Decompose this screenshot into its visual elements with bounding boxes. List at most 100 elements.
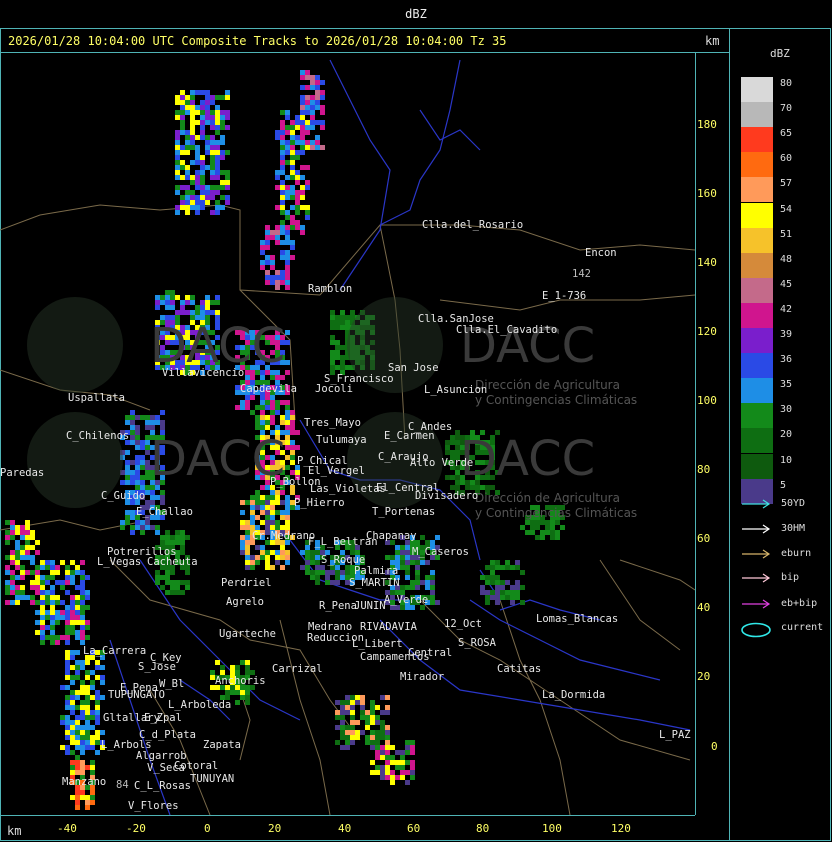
echo-pixel [430,590,435,595]
place-label: E_1-736 [542,290,587,302]
place-label: Capdevila [240,383,297,395]
current-ellipse-icon [741,622,773,641]
echo-pixel [175,150,180,155]
echo-pixel [205,140,210,145]
echo-pixel [45,595,50,600]
echo-pixel [35,630,40,635]
echo-pixel [490,565,495,570]
echo-pixel [205,310,210,315]
echo-pixel [485,590,490,595]
place-label: S_ROSA [458,637,496,649]
echo-pixel [220,120,225,125]
echo-pixel [125,510,130,515]
echo-pixel [275,405,280,410]
echo-pixel [555,520,560,525]
echo-pixel [420,560,425,565]
track-label: 50YD [781,498,806,509]
echo-pixel [350,310,355,315]
echo-pixel [90,770,95,775]
echo-pixel [80,680,85,685]
echo-pixel [245,560,250,565]
echo-pixel [215,150,220,155]
echo-pixel [80,795,85,800]
echo-pixel [95,715,100,720]
echo-pixel [65,750,70,755]
echo-pixel [320,80,325,85]
place-label: Villavicencio [162,367,245,379]
echo-pixel [240,520,245,525]
echo-pixel [190,95,195,100]
echo-pixel [210,100,215,105]
echo-pixel [200,135,205,140]
place-label: TUPUNGATO [108,689,165,701]
echo-pixel [165,535,170,540]
echo-pixel [215,115,220,120]
echo-pixel [265,270,270,275]
echo-pixel [85,670,90,675]
echo-pixel [40,560,45,565]
echo-pixel [175,110,180,115]
echo-pixel [280,225,285,230]
echo-pixel [305,205,310,210]
echo-pixel [225,150,230,155]
echo-pixel [285,420,290,425]
echo-pixel [405,575,410,580]
echo-pixel [285,125,290,130]
echo-pixel [5,520,10,525]
echo-pixel [310,110,315,115]
echo-pixel [265,415,270,420]
echo-pixel [260,425,265,430]
echo-pixel [30,560,35,565]
echo-pixel [285,465,290,470]
echo-pixel [245,520,250,525]
echo-pixel [295,135,300,140]
echo-pixel [305,130,310,135]
echo-pixel [70,705,75,710]
echo-pixel [270,415,275,420]
watermark-brand-4: DACC [460,431,596,487]
echo-pixel [270,505,275,510]
echo-pixel [405,545,410,550]
echo-pixel [160,585,165,590]
echo-pixel [495,590,500,595]
legend-level-label: 48 [780,253,793,265]
echo-pixel [430,580,435,585]
echo-pixel [130,460,135,465]
echo-pixel [295,200,300,205]
echo-pixel [180,310,185,315]
echo-pixel [155,530,160,535]
echo-pixel [370,700,375,705]
echo-pixel [175,135,180,140]
echo-pixel [285,435,290,440]
echo-pixel [495,575,500,580]
echo-pixel [380,720,385,725]
place-label: Perdriel [221,577,272,589]
echo-pixel [170,535,175,540]
echo-pixel [60,635,65,640]
echo-pixel [505,580,510,585]
echo-pixel [320,110,325,115]
echo-pixel [365,715,370,720]
echo-pixel [380,735,385,740]
legend-level-label: 54 [780,203,793,215]
echo-pixel [275,520,280,525]
place-label: Tulumaya [316,434,367,446]
echo-pixel [185,535,190,540]
echo-pixel [180,305,185,310]
echo-pixel [495,580,500,585]
echo-pixel [205,150,210,155]
place-label: Ugarteche [219,628,276,640]
echo-pixel [410,775,415,780]
echo-pixel [300,165,305,170]
echo-pixel [185,130,190,135]
echo-pixel [255,495,260,500]
echo-pixel [400,565,405,570]
echo-pixel [230,665,235,670]
echo-pixel [405,550,410,555]
echo-pixel [485,600,490,605]
legend-level-label: 65 [780,128,793,140]
echo-pixel [285,515,290,520]
echo-pixel [370,740,375,745]
legend-title: dBZ [770,47,790,60]
legend-level-label: 60 [780,153,793,165]
